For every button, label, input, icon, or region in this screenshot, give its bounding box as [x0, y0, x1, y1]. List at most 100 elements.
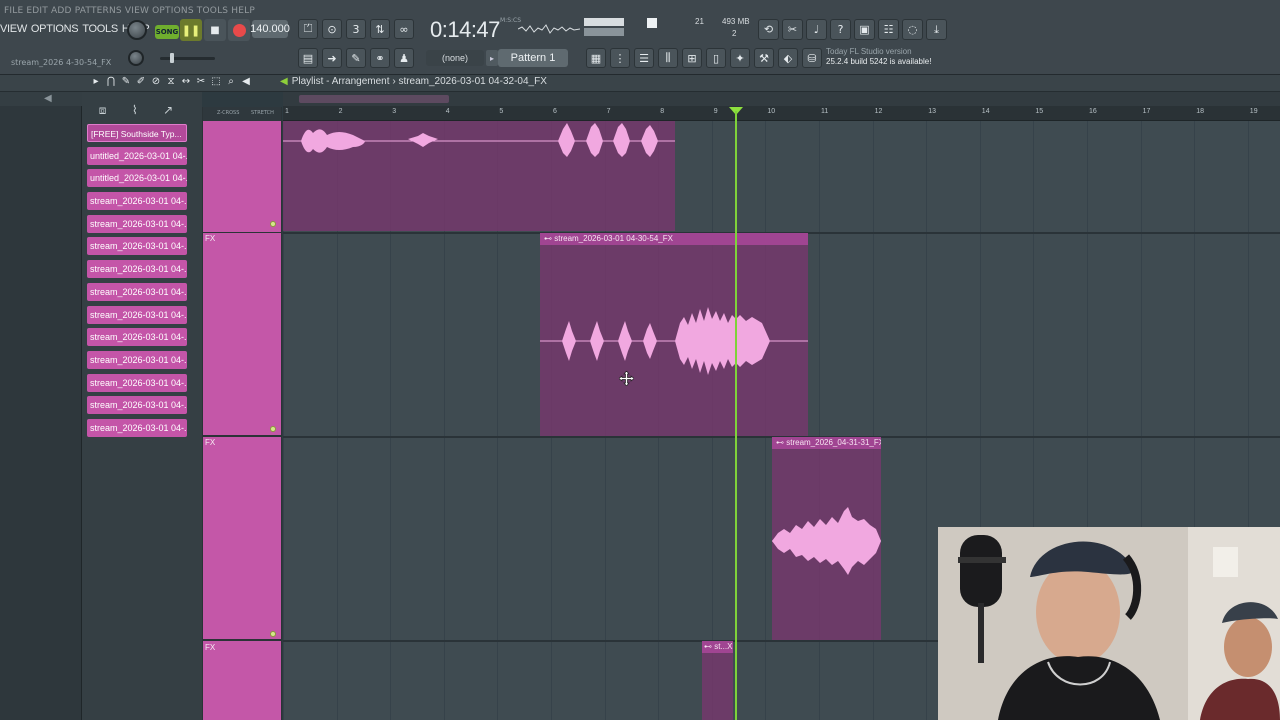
- draw-tool-button[interactable]: ✎: [346, 48, 366, 68]
- clip-3-title[interactable]: ⊷ stream_2026_04-31-31_FX: [772, 437, 881, 449]
- brush-icon[interactable]: ✐: [135, 76, 147, 87]
- pattern-selector[interactable]: Pattern 1: [498, 49, 568, 67]
- menu-options[interactable]: OPTIONS: [31, 23, 79, 35]
- speaker-icon[interactable]: ◀: [240, 76, 252, 87]
- wait-input-button[interactable]: ⊙: [322, 19, 342, 39]
- news-panel[interactable]: Today FL Studio version 25.2.4 build 524…: [826, 47, 944, 71]
- clip-4-title[interactable]: ⊷ st...X: [702, 641, 733, 653]
- track-3-header[interactable]: [203, 437, 281, 639]
- timeline-scroll-overview[interactable]: [283, 92, 1280, 106]
- pattern-arrow-icon[interactable]: ▸: [486, 50, 498, 66]
- zoom-icon[interactable]: ⌕: [225, 76, 237, 87]
- mixer-window-icon[interactable]: ⫼: [658, 48, 678, 68]
- ruler-bar-number: 12: [874, 108, 883, 115]
- picker-item[interactable]: stream_2026-03-01 04-...: [87, 350, 187, 369]
- playhead[interactable]: [735, 111, 737, 720]
- save-icon[interactable]: ▣: [854, 19, 875, 40]
- playlist-icon[interactable]: ▦: [586, 48, 606, 68]
- cart-icon[interactable]: ⛁: [802, 48, 822, 68]
- waveform-2: [540, 307, 808, 375]
- slice-icon[interactable]: ✂: [195, 76, 207, 87]
- tool-icon[interactable]: ⚒: [754, 48, 774, 68]
- overview-thumb[interactable]: [299, 95, 449, 103]
- touch-icon[interactable]: ✦: [730, 48, 750, 68]
- track-2-header[interactable]: [203, 233, 281, 435]
- track-1-led[interactable]: [270, 221, 276, 227]
- track-4-header[interactable]: [203, 641, 281, 720]
- slip-icon[interactable]: ↔: [180, 76, 192, 87]
- menu-view[interactable]: VIEW: [0, 23, 27, 35]
- countdown-button[interactable]: 3: [346, 19, 366, 39]
- picker-automation-icon[interactable]: ↗: [163, 103, 173, 117]
- plugin-icon[interactable]: ▯: [706, 48, 726, 68]
- picker-item[interactable]: untitled_2026-03-01 04-...: [87, 169, 187, 188]
- help-icon[interactable]: ?: [830, 19, 851, 40]
- playlist-window-button[interactable]: ▤: [298, 48, 318, 68]
- metronome-button[interactable]: ⏍: [298, 19, 318, 39]
- pencil-icon[interactable]: ✎: [120, 76, 132, 87]
- select-icon[interactable]: ⬚: [210, 76, 222, 87]
- song-position[interactable]: 0:14:47 M:S:CS: [430, 17, 521, 43]
- audio-clip-2[interactable]: ⊷ stream_2026-03-01 04-30-54_FX: [540, 233, 808, 436]
- picker-item[interactable]: stream_2026-03-01 04-...: [87, 373, 187, 392]
- mute-icon[interactable]: ⧖: [165, 76, 177, 87]
- menu-arrow-icon[interactable]: ▸: [90, 76, 102, 87]
- stop-button[interactable]: ■: [204, 19, 226, 41]
- magnet-icon[interactable]: ⋂: [105, 76, 117, 87]
- picker-item[interactable]: stream_2026-03-01 04-...: [87, 282, 187, 301]
- picker-item[interactable]: stream_2026-03-01 04-...: [87, 237, 187, 256]
- menu-tools[interactable]: TOOLS: [82, 23, 118, 35]
- master-pitch-knob[interactable]: [128, 50, 144, 66]
- chat-icon[interactable]: ◌: [902, 19, 923, 40]
- ruler-bar-number: 4: [445, 108, 450, 115]
- track-4-label: FX: [205, 643, 216, 652]
- ruler-bar-number: 17: [1142, 108, 1151, 115]
- clip-4-name: st...X: [714, 642, 733, 651]
- play-button[interactable]: ❚❚: [180, 19, 202, 41]
- browser-icon[interactable]: ⊞: [682, 48, 702, 68]
- mic-icon[interactable]: ♩: [806, 19, 827, 40]
- blend-notes-button[interactable]: ∞: [394, 19, 414, 39]
- picker-item[interactable]: stream_2026-03-01 04-...: [87, 305, 187, 324]
- picker-item[interactable]: stream_2026-03-01 04-...: [87, 192, 187, 211]
- cut-icon[interactable]: ✂: [782, 19, 803, 40]
- picker-item[interactable]: stream_2026-03-01 04-...: [87, 396, 187, 415]
- link-button[interactable]: ⚭: [370, 48, 390, 68]
- timeline-ruler[interactable]: [283, 106, 1280, 121]
- audio-clip-3[interactable]: ⊷ stream_2026_04-31-31_FX: [772, 437, 881, 640]
- picker-item[interactable]: [FREE] Southside Typ...: [87, 124, 187, 142]
- track-2-led[interactable]: [270, 426, 276, 432]
- picker-item[interactable]: stream_2026-03-01 04-...: [87, 214, 187, 233]
- track-1-header[interactable]: [203, 121, 281, 232]
- audio-clip-4[interactable]: ⊷ st...X: [702, 641, 733, 720]
- picker-item[interactable]: stream_2026-03-01 04-...: [87, 328, 187, 347]
- track-3-led[interactable]: [270, 631, 276, 637]
- download-icon[interactable]: ⤓: [926, 19, 947, 40]
- tempo-display[interactable]: 140.000: [250, 20, 290, 38]
- ruler-bar-number: 3: [392, 108, 397, 115]
- channel-rack-icon[interactable]: ☰: [634, 48, 654, 68]
- clip-2-title[interactable]: ⊷ stream_2026-03-01 04-30-54_FX: [540, 233, 808, 245]
- picker-audio-icon[interactable]: ⌇: [132, 103, 138, 117]
- piano-roll-icon[interactable]: ⋮: [610, 48, 630, 68]
- pattern-selector-none[interactable]: (none): [426, 50, 484, 66]
- browser-speaker-icon[interactable]: ◀: [44, 93, 52, 104]
- picker-item[interactable]: untitled_2026-03-01 04-...: [87, 146, 187, 165]
- tag-icon[interactable]: ⬖: [778, 48, 798, 68]
- undo-icon[interactable]: ⟲: [758, 19, 779, 40]
- channel-rack-arrow-button[interactable]: ➜: [322, 48, 342, 68]
- stamp-button[interactable]: ♟: [394, 48, 414, 68]
- master-volume-knob[interactable]: [127, 20, 147, 40]
- song-mode-toggle[interactable]: SONG: [155, 25, 179, 39]
- audio-clip-1[interactable]: [283, 121, 675, 231]
- delete-icon[interactable]: ⊘: [150, 76, 162, 87]
- record-button[interactable]: [228, 19, 250, 41]
- mixer-icon[interactable]: ☷: [878, 19, 899, 40]
- ruler-bar-number: 10: [767, 108, 776, 115]
- master-slider-handle[interactable]: [170, 53, 174, 63]
- picker-pattern-icon[interactable]: ⧈: [99, 103, 107, 118]
- master-slider[interactable]: [160, 57, 215, 60]
- picker-item[interactable]: stream_2026-03-01 04-...: [87, 260, 187, 279]
- picker-item[interactable]: stream_2026-03-01 04-...: [87, 418, 187, 437]
- loop-record-button[interactable]: ⇅: [370, 19, 390, 39]
